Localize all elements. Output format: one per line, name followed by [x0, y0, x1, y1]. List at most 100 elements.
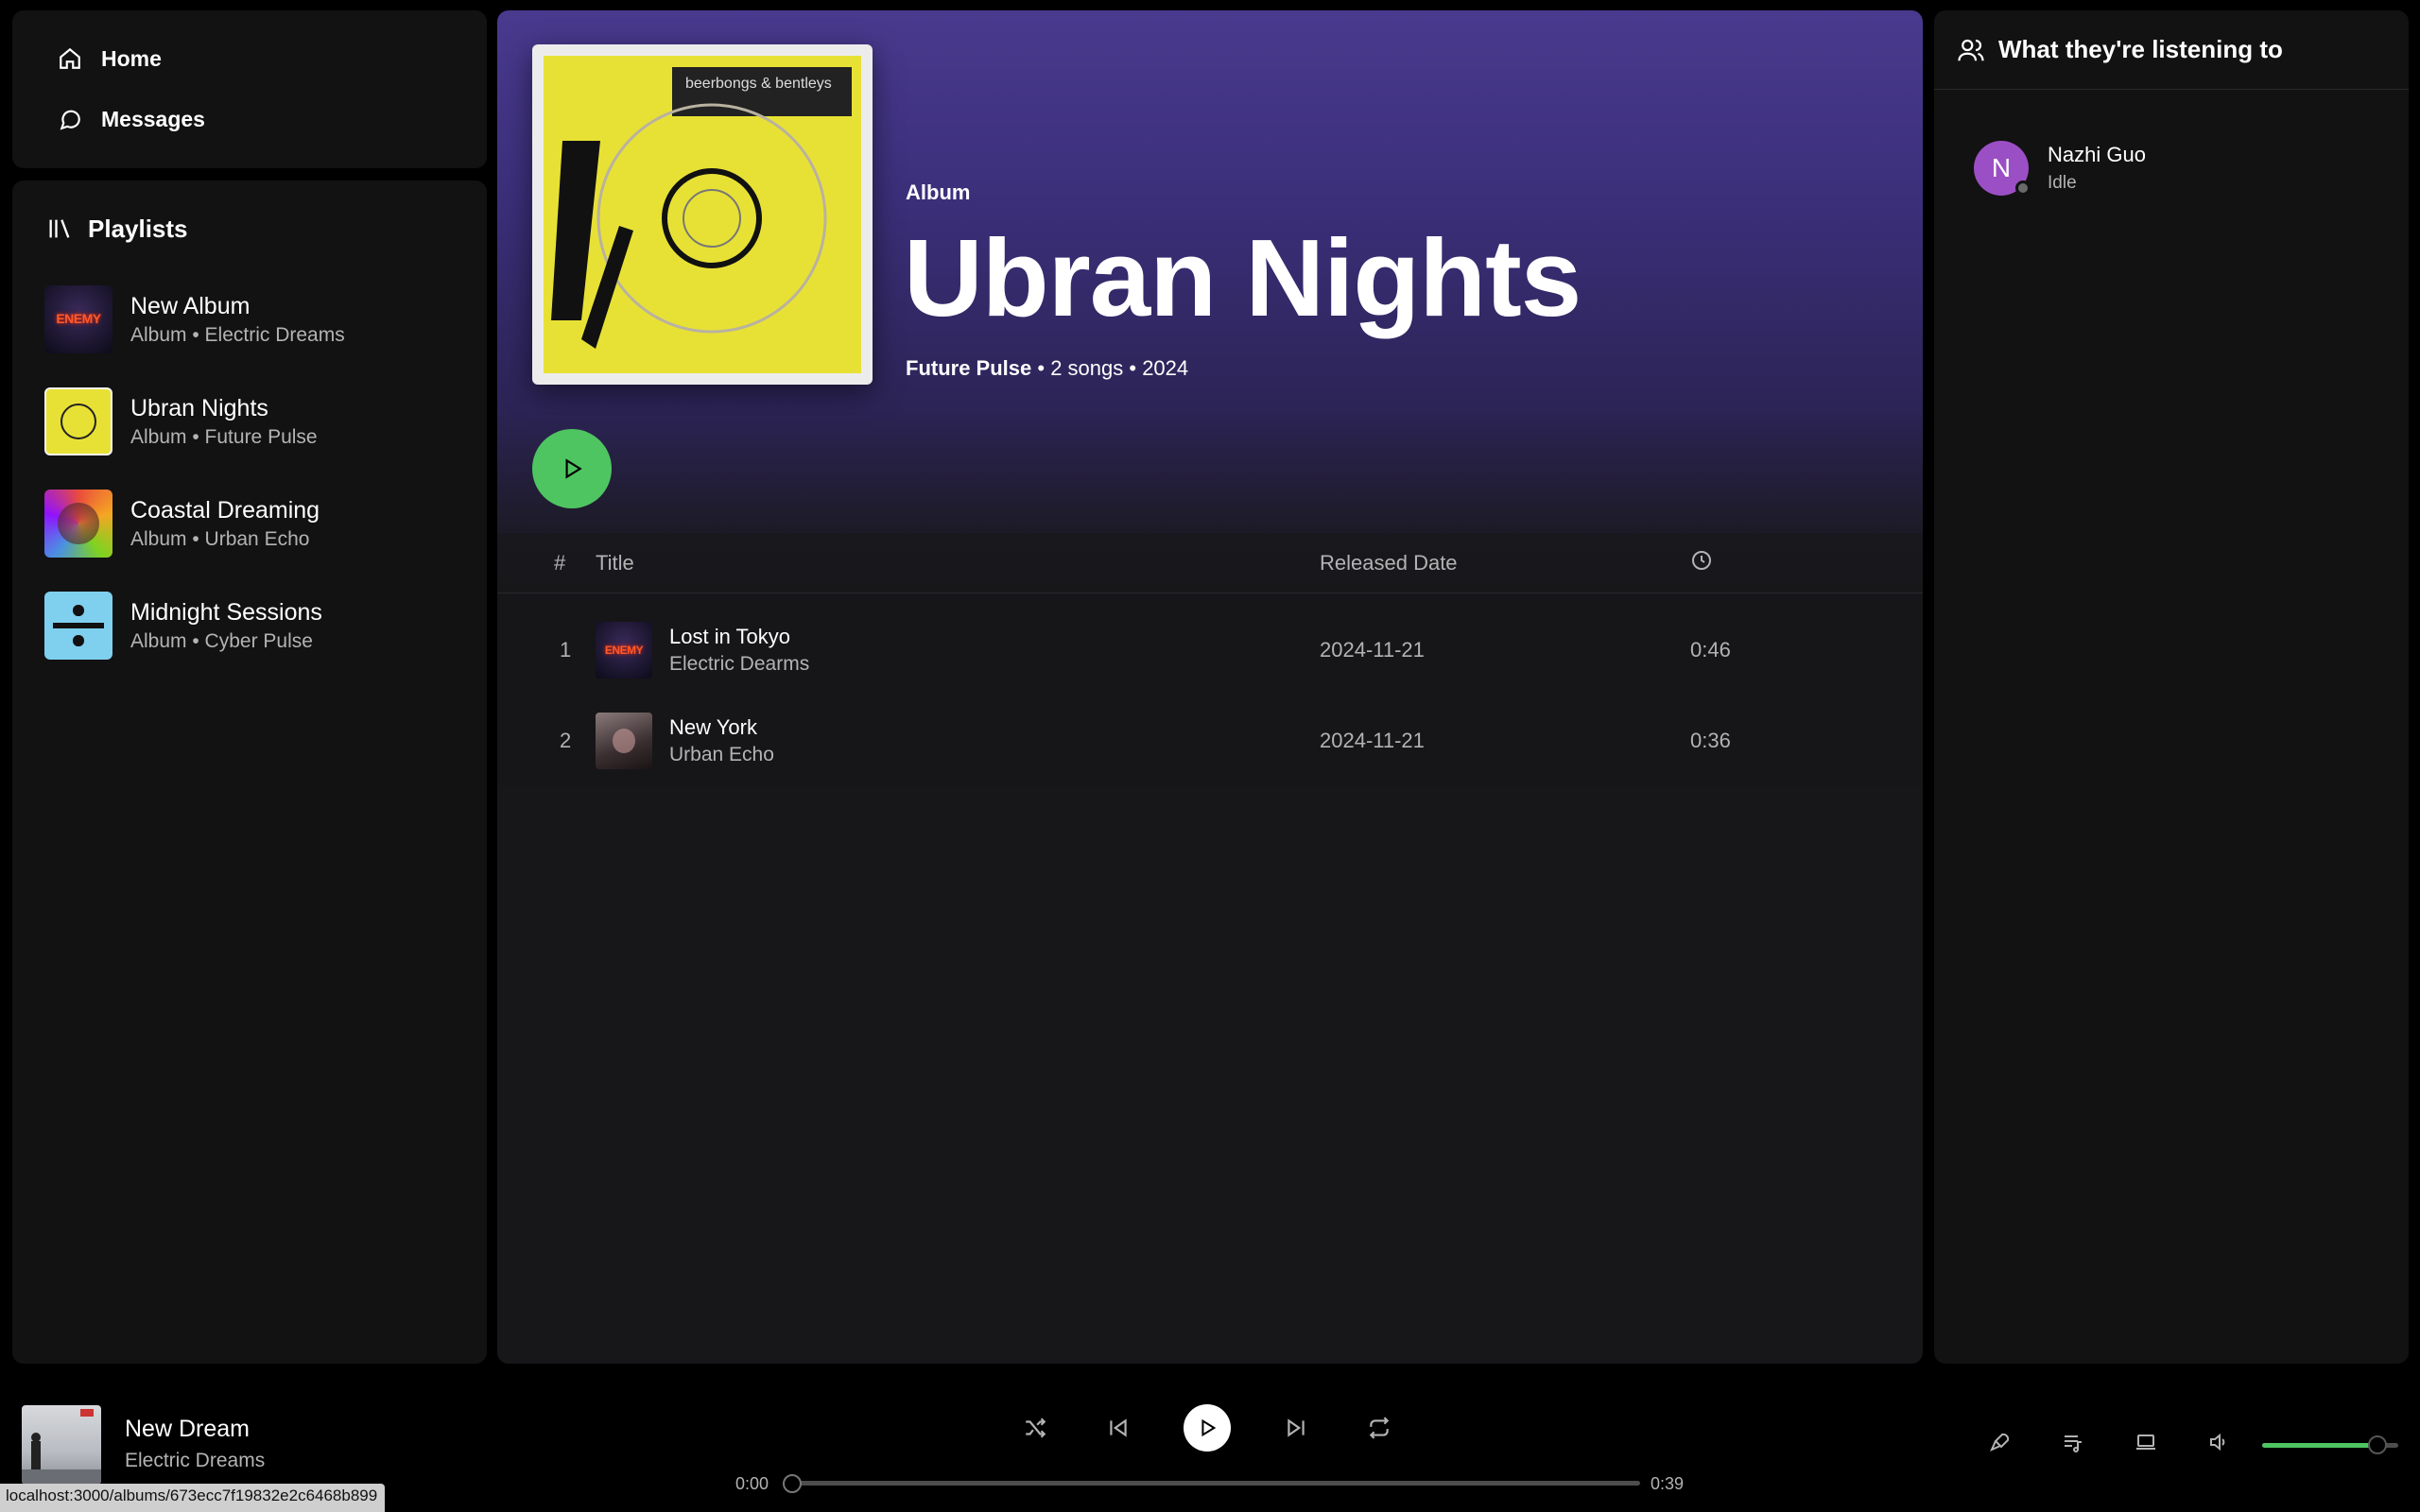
album-year: • 2024: [1129, 356, 1189, 380]
playlist-subtitle: Album • Future Pulse: [130, 425, 318, 448]
playlist-item[interactable]: ENEMY New Album Album • Electric Dreams: [12, 268, 487, 370]
play-icon: [565, 458, 582, 479]
track-title: Lost in Tokyo: [669, 625, 791, 648]
avatar: N: [1974, 141, 2031, 196]
playlist-title: Midnight Sessions: [130, 598, 322, 626]
extra-controls: [1989, 1431, 2280, 1457]
track-artist[interactable]: Electric Dearms: [669, 653, 809, 676]
track-duration: 0:36: [1690, 729, 1731, 752]
play-icon: [1201, 1418, 1217, 1437]
track-date: 2024-11-21: [1320, 729, 1425, 752]
album-song-count: • 2 songs: [1037, 356, 1124, 380]
track-table-header: # Title Released Date: [497, 533, 1923, 593]
playlist-item[interactable]: Midnight Sessions Album • Cyber Pulse: [12, 575, 487, 677]
table-row[interactable]: 2 New York Urban Echo 2024-11-21 0:36: [497, 696, 1923, 786]
friend-activity-title: What they're listening to: [1998, 35, 2283, 63]
album-meta: Future Pulse • 2 songs • 2024: [906, 356, 1188, 381]
library-panel: Playlists ENEMY New Album Album • Electri…: [12, 180, 487, 1364]
status-url: localhost:3000/albums/673ecc7f19832e2c64…: [0, 1484, 386, 1512]
play-pause-button[interactable]: [1184, 1404, 1231, 1452]
library-title: Playlists: [88, 214, 188, 243]
header-title: Title: [596, 550, 634, 575]
album-title: Ubran Nights: [904, 216, 1582, 339]
playlist-item[interactable]: Ubran Nights Album • Future Pulse: [12, 370, 487, 472]
avatar-initial: N: [1991, 153, 2012, 182]
playlist-cover: ENEMY: [44, 285, 112, 353]
track-table: # Title Released Date 1 ENEMY Lost in To…: [497, 533, 1923, 786]
track-number: 1: [560, 638, 572, 662]
now-playing-title[interactable]: New Dream: [125, 1416, 250, 1443]
playlist-title: New Album: [130, 292, 251, 319]
nav-messages[interactable]: Messages: [58, 88, 487, 150]
track-cover: ENEMY: [596, 622, 652, 679]
album-cover: beerbongs & bentleys: [532, 44, 873, 385]
repeat-button[interactable]: [1365, 1414, 1393, 1442]
cover-text: ENEMY: [604, 643, 644, 657]
play-album-button[interactable]: [532, 429, 612, 508]
playlist-subtitle: Album • Urban Echo: [130, 527, 310, 550]
volume-slider[interactable]: [2262, 1435, 2398, 1454]
track-number: 2: [560, 729, 572, 752]
nav-home-label: Home: [101, 45, 162, 71]
device-button[interactable]: [2135, 1431, 2161, 1457]
header-duration: [1690, 549, 1879, 577]
library-header[interactable]: Playlists: [12, 180, 487, 250]
nav-panel: Home Messages: [12, 10, 487, 168]
friend-status: Idle: [2048, 173, 2077, 193]
cover-text: ENEMY: [56, 311, 101, 327]
now-playing-cover: [22, 1405, 101, 1485]
time-total: 0:39: [1651, 1474, 1685, 1493]
skip-back-icon: [1110, 1418, 1127, 1437]
playlist-title: Ubran Nights: [130, 394, 268, 421]
friend-activity-panel: What they're listening to N Nazhi Guo Id…: [1934, 10, 2409, 1364]
track-table-body: 1 ENEMY Lost in Tokyo Electric Dearms 202…: [497, 593, 1923, 786]
track-artist[interactable]: Urban Echo: [669, 744, 774, 766]
volume-knob[interactable]: [2368, 1435, 2388, 1454]
users-icon: [1958, 39, 1984, 60]
album-view: beerbongs & bentleys Album Ubran Nights …: [497, 10, 1923, 1364]
progress-knob[interactable]: [783, 1474, 802, 1493]
repeat-icon: [1369, 1417, 1390, 1439]
now-playing-artist[interactable]: Electric Dreams: [125, 1450, 265, 1472]
table-row[interactable]: 1 ENEMY Lost in Tokyo Electric Dearms 202…: [497, 605, 1923, 696]
track-duration: 0:46: [1690, 638, 1731, 662]
skip-forward-icon: [1288, 1418, 1305, 1437]
playlist-subtitle: Album • Electric Dreams: [130, 323, 345, 346]
album-artist[interactable]: Future Pulse: [906, 356, 1031, 380]
playback-controls: [1021, 1404, 1393, 1452]
queue-button[interactable]: [2062, 1431, 2088, 1457]
track-date: 2024-11-21: [1320, 638, 1425, 662]
playlist-cover: [44, 387, 112, 455]
home-icon: [60, 47, 80, 69]
previous-button[interactable]: [1104, 1414, 1132, 1442]
friend-name: Nazhi Guo: [2048, 143, 2146, 166]
lyrics-button[interactable]: [1989, 1431, 2015, 1457]
playlist-subtitle: Album • Cyber Pulse: [130, 629, 313, 652]
queue-icon: [2065, 1435, 2082, 1452]
header-number: #: [554, 550, 566, 575]
playlist-cover: [44, 592, 112, 660]
clock-icon: [1692, 550, 1711, 570]
next-button[interactable]: [1282, 1414, 1310, 1442]
playlist-item[interactable]: Coastal Dreaming Album • Urban Echo: [12, 472, 487, 575]
friend-activity-header: What they're listening to: [1934, 10, 2409, 90]
playlist-title: Coastal Dreaming: [130, 496, 320, 524]
playlist-list: ENEMY New Album Album • Electric Dreams U…: [12, 268, 487, 677]
shuffle-button[interactable]: [1021, 1414, 1049, 1442]
mute-button[interactable]: [2207, 1431, 2234, 1457]
friend-item[interactable]: N Nazhi Guo Idle: [1934, 141, 2409, 196]
playlist-cover: [44, 490, 112, 558]
nav-messages-label: Messages: [101, 106, 205, 131]
nav-home[interactable]: Home: [58, 29, 487, 88]
laptop-icon: [2136, 1435, 2155, 1450]
status-dot: [2015, 180, 2031, 196]
progress-slider[interactable]: [783, 1474, 1640, 1493]
shuffle-icon: [1026, 1418, 1046, 1438]
track-title: New York: [669, 715, 757, 739]
microphone-icon: [1990, 1433, 2010, 1452]
album-type-label: Album: [906, 180, 971, 204]
track-cover: [596, 713, 652, 769]
volume-icon: [2210, 1433, 2225, 1452]
library-icon: [49, 219, 70, 238]
cover-title-text: beerbongs & bentleys: [685, 76, 832, 92]
